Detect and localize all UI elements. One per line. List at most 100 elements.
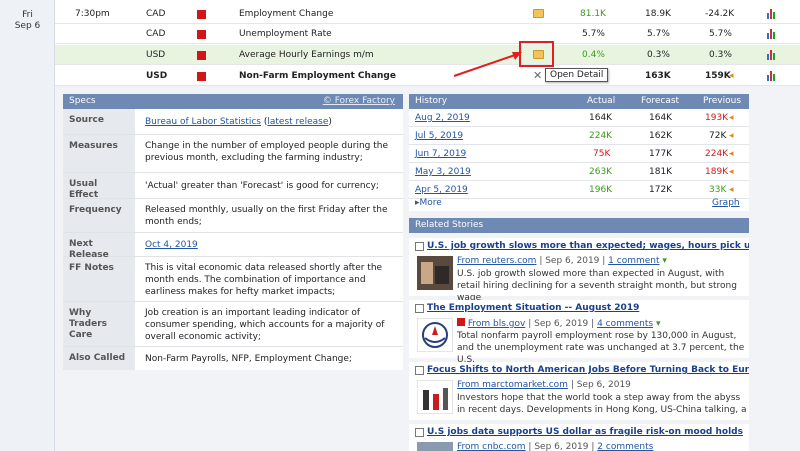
story-summary: Investors hope that the world took a ste… — [457, 393, 747, 415]
history-row: Apr 5, 2019 196K 172K 33K ◂ — [409, 181, 749, 199]
history-date[interactable]: Aug 2, 2019 — [415, 113, 470, 123]
chart-icon[interactable] — [767, 71, 777, 81]
event-row[interactable]: USD Average Hourly Earnings m/m 0.4% 0.3… — [55, 45, 800, 65]
history-previous: 193K — [705, 113, 729, 123]
event-row[interactable]: USD Non-Farm Employment Change ✕ 163K 15… — [55, 66, 800, 86]
event-currency: CAD — [146, 9, 166, 19]
story-comments[interactable]: 4 comments — [597, 319, 653, 329]
event-forecast: 0.3% — [647, 50, 670, 60]
event-row[interactable]: CAD Unemployment Rate 5.7% 5.7% 5.7% — [55, 24, 800, 44]
event-row[interactable]: 7:30pm CAD Employment Change 81.1K 18.9K… — [55, 4, 800, 24]
event-actual: 81.1K — [580, 9, 606, 19]
history-forecast: 181K — [649, 167, 673, 177]
spec-value: Change in the number of employed people … — [145, 141, 389, 163]
stories-header: Related Stories — [409, 218, 749, 233]
story-source[interactable]: From marctomarket.com — [457, 380, 568, 390]
date-label: Sep 6 — [14, 21, 41, 31]
revised-arrow-icon: ◂ — [729, 131, 734, 141]
history-forecast: 164K — [649, 113, 673, 123]
history-forecast: 172K — [649, 185, 673, 195]
spec-label: Measures — [63, 135, 135, 172]
history-title: History — [415, 96, 448, 106]
history-row: Aug 2, 2019 164K 164K 193K ◂ — [409, 109, 749, 127]
story-date: Sep 6, 2019 — [576, 380, 631, 390]
impact-icon — [457, 318, 465, 326]
spec-row-usual-effect: Usual Effect 'Actual' greater than 'Fore… — [63, 173, 403, 200]
date-column: Fri Sep 6 — [0, 0, 55, 451]
detail-folder-icon[interactable] — [533, 9, 544, 18]
story-title[interactable]: U.S jobs data supports US dollar as frag… — [427, 427, 743, 437]
spec-value: 'Actual' greater than 'Forecast' is good… — [145, 181, 379, 191]
story-date: Sep 6, 2019 — [534, 319, 589, 329]
chart-icon[interactable] — [767, 29, 777, 39]
forex-factory-link[interactable]: © Forex Factory — [323, 94, 395, 109]
story-title[interactable]: U.S. job growth slows more than expected… — [427, 241, 749, 251]
spec-row-measures: Measures Change in the number of employe… — [63, 135, 403, 173]
story-item: U.S. job growth slows more than expected… — [409, 238, 749, 303]
next-release-link[interactable]: Oct 4, 2019 — [145, 240, 198, 250]
spec-label: Next Release — [63, 233, 135, 260]
chart-icon[interactable] — [767, 9, 777, 19]
source-link[interactable]: Bureau of Labor Statistics — [145, 117, 261, 127]
spec-label: Also Called — [63, 347, 135, 370]
history-previous: 224K — [705, 149, 729, 159]
spec-label: Frequency — [63, 199, 135, 232]
related-stories-panel: Related Stories U.S. job growth slows mo… — [409, 218, 749, 451]
story-item: U.S jobs data supports US dollar as frag… — [409, 424, 749, 451]
spec-row-next-release: Next Release Oct 4, 2019 — [63, 233, 403, 260]
event-name[interactable]: Unemployment Rate — [239, 29, 332, 39]
history-actual: 196K — [589, 185, 613, 195]
spec-value: Non-Farm Payrolls, NFP, Employment Chang… — [145, 354, 352, 364]
event-currency: CAD — [146, 29, 166, 39]
latest-release-link[interactable]: latest release — [267, 117, 328, 127]
story-thumbnail — [417, 256, 453, 290]
impact-icon — [197, 30, 206, 39]
story-source[interactable]: From reuters.com — [457, 256, 536, 266]
story-date: Sep 6, 2019 — [545, 256, 600, 266]
story-thumbnail — [417, 318, 453, 352]
history-row: Jul 5, 2019 224K 162K 72K ◂ — [409, 127, 749, 145]
spec-label: Why Traders Care — [63, 302, 135, 346]
story-comments[interactable]: 1 comment — [608, 256, 659, 266]
spec-row-source: Source Bureau of Labor Statistics (lates… — [63, 109, 403, 135]
story-source[interactable]: From cnbc.com — [457, 442, 526, 451]
history-date[interactable]: Jun 7, 2019 — [415, 149, 466, 159]
spec-label: Source — [63, 109, 135, 134]
story-comments[interactable]: 2 comments — [597, 442, 653, 451]
event-previous: -24.2K — [705, 9, 735, 19]
history-actual: 224K — [589, 131, 613, 141]
event-time: 7:30pm — [75, 9, 110, 19]
event-name[interactable]: Average Hourly Earnings m/m — [239, 50, 374, 60]
spec-value: Job creation is an important leading ind… — [145, 308, 385, 342]
history-previous: 33K — [709, 185, 727, 195]
history-date[interactable]: Apr 5, 2019 — [415, 185, 468, 195]
close-detail-icon[interactable]: ✕ — [533, 69, 542, 82]
article-icon — [415, 242, 424, 251]
story-title[interactable]: Focus Shifts to North American Jobs Befo… — [427, 365, 749, 375]
specs-panel: Specs © Forex Factory Source Bureau of L… — [63, 94, 403, 370]
more-link[interactable]: ▸More — [415, 198, 442, 208]
history-date[interactable]: May 3, 2019 — [415, 167, 471, 177]
event-currency: USD — [146, 71, 168, 81]
revised-arrow-icon: ◂ — [729, 149, 734, 159]
story-title[interactable]: The Employment Situation -- August 2019 — [427, 303, 639, 313]
history-date[interactable]: Jul 5, 2019 — [415, 131, 463, 141]
graph-link[interactable]: Graph — [712, 198, 740, 208]
specs-header: Specs © Forex Factory — [63, 94, 403, 109]
spec-row-why-traders-care: Why Traders Care Job creation is an impo… — [63, 302, 403, 347]
revised-arrow-icon: ◂ — [729, 167, 734, 177]
history-row: Jun 7, 2019 75K 177K 224K ◂ — [409, 145, 749, 163]
spec-value: Released monthly, usually on the first F… — [145, 205, 388, 227]
day-label: Fri — [22, 10, 33, 20]
article-icon — [415, 304, 424, 313]
event-name[interactable]: Employment Change — [239, 9, 333, 19]
article-icon — [415, 366, 424, 375]
story-source[interactable]: From bls.gov — [468, 319, 525, 329]
chart-icon[interactable] — [767, 50, 777, 60]
annotation-arrow — [453, 52, 522, 77]
history-forecast: 177K — [649, 149, 673, 159]
event-previous: 159K — [705, 71, 731, 81]
event-forecast: 163K — [645, 71, 671, 81]
event-name[interactable]: Non-Farm Employment Change — [239, 71, 396, 81]
history-actual: 75K — [593, 149, 611, 159]
